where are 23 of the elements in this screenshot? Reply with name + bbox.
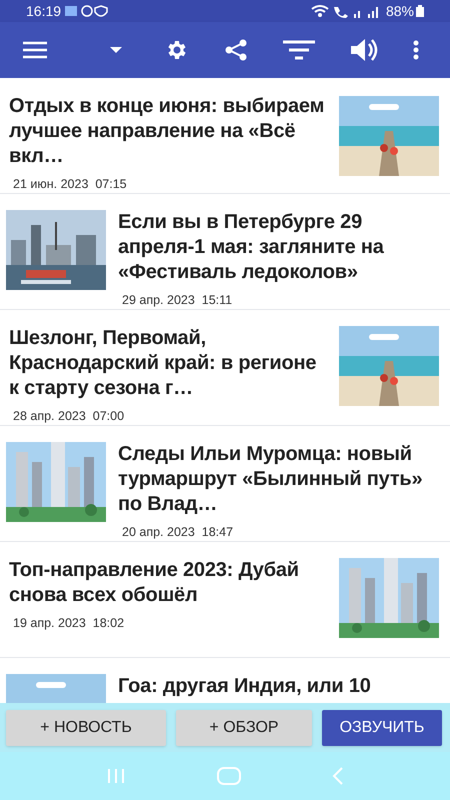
article-title[interactable]: Следы Ильи Муромца: новый турмаршрут «Былинный путь» по Влад…: [118, 442, 442, 517]
clock: 16:19: [26, 2, 62, 20]
volume-icon[interactable]: [350, 37, 380, 63]
more-options-icon[interactable]: [413, 40, 419, 60]
action-button[interactable]: + НОВОСТЬ: [6, 710, 166, 746]
article-date: 28 апр. 2023 07:00: [13, 408, 126, 425]
article-date: 29 апр. 2023 15:11: [122, 292, 234, 309]
battery-icon: [416, 5, 424, 17]
article-date: 19 апр. 2023 18:02: [13, 615, 126, 632]
share-icon[interactable]: [224, 38, 248, 62]
article-title[interactable]: Шезлонг, Первомай, Краснодарский край: в регионе к старту сезона г…: [9, 326, 327, 401]
article-title[interactable]: Отдых в конце июня: выбираем лучшее направление на «Всё вкл…: [9, 94, 327, 169]
article-title[interactable]: Если вы в Петербурге 29 апреля-1 мая: загляните на «Фестиваль ледоколов»: [118, 210, 442, 285]
article-title[interactable]: Гоа: другая Индия, или 10: [118, 674, 442, 699]
action-button[interactable]: + ОБЗОР: [176, 710, 312, 746]
filter-icon[interactable]: [283, 40, 315, 60]
action-button[interactable]: ОЗВУЧИТЬ: [322, 710, 442, 746]
menu-icon[interactable]: [23, 41, 47, 59]
battery-level: 88%: [386, 2, 414, 20]
dropdown-caret-icon[interactable]: [110, 47, 122, 53]
article-title[interactable]: Топ-направление 2023: Дубай снова всех обошёл: [9, 558, 327, 608]
article-date: 20 апр. 2023 18:47: [122, 524, 234, 541]
article-date: 21 июн. 2023 07:15: [13, 176, 128, 193]
